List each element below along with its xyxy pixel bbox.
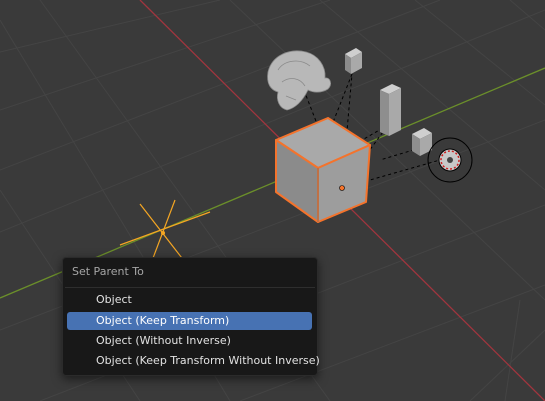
small-cube-2[interactable]	[412, 128, 432, 156]
menu-title: Set Parent To	[72, 265, 144, 278]
menu-item-label: Object (Keep Transform Without Inverse)	[96, 354, 320, 367]
menu-item-object-keep-transform[interactable]: Object (Keep Transform)	[67, 312, 312, 330]
light-source-icon[interactable]	[427, 137, 473, 183]
menu-item-object[interactable]: Object	[67, 291, 312, 309]
menu-item-object-without-inverse[interactable]: Object (Without Inverse)	[67, 332, 312, 350]
menu-item-object-keep-transform-without-inverse[interactable]: Object (Keep Transform Without Inverse)	[67, 352, 320, 370]
set-parent-menu: Set Parent To Object Object (Keep Transf…	[62, 257, 320, 376]
small-cube-1[interactable]	[345, 48, 362, 74]
menu-divider	[65, 287, 315, 288]
menu-item-label: Object (Without Inverse)	[96, 334, 231, 347]
selected-cube[interactable]	[275, 117, 371, 223]
menu-item-label: Object	[96, 293, 132, 306]
tall-box[interactable]	[380, 84, 401, 136]
menu-item-label: Object (Keep Transform)	[96, 314, 230, 327]
origin-point	[339, 185, 345, 191]
